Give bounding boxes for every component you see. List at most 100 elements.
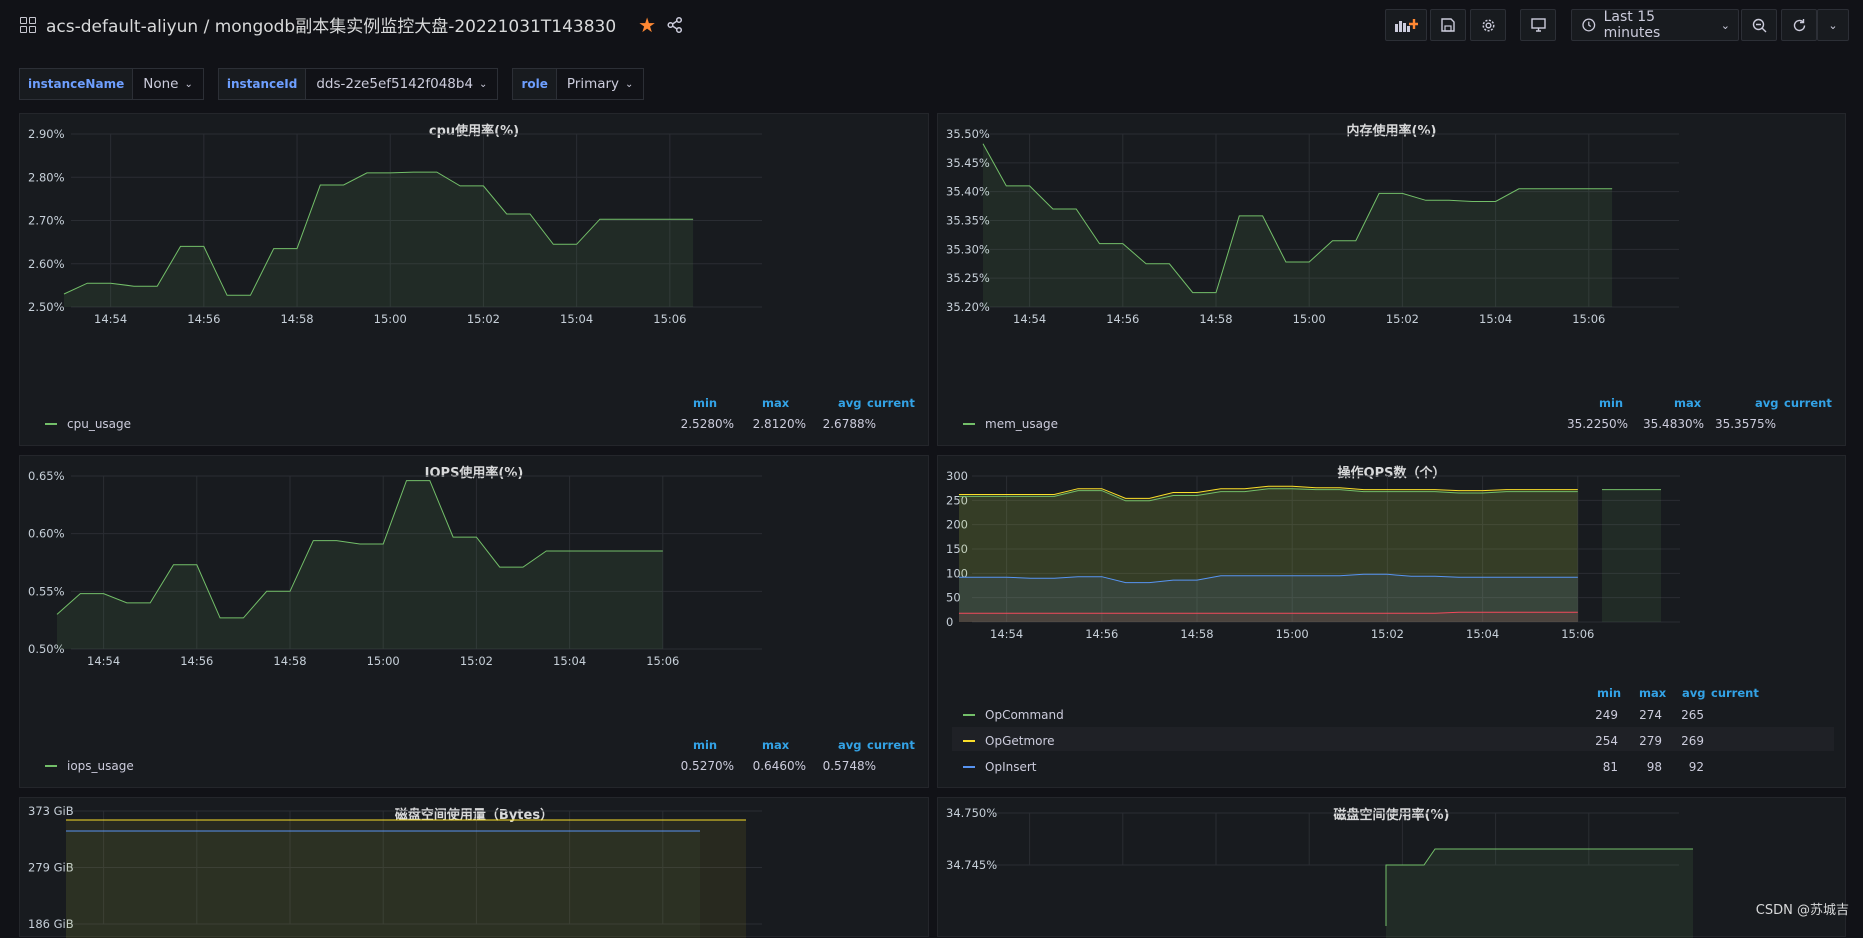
legend-header-min[interactable]: min [1597, 686, 1621, 700]
x-axis-tick-label: 15:00 [1293, 312, 1326, 326]
x-axis-tick-label: 15:06 [646, 654, 679, 668]
legend-item-opinsert[interactable]: OpInsert [963, 760, 1036, 774]
share-icon[interactable] [666, 16, 684, 34]
legend-header-avg[interactable]: avg [1755, 396, 1779, 410]
memory-chart[interactable]: 35.50%35.45%35.40%35.35%35.30%35.25%35.2… [938, 114, 1847, 447]
series-color-swatch [963, 423, 975, 425]
x-axis-tick-label: 15:00 [1276, 627, 1309, 641]
x-axis-tick-label: 14:54 [1013, 312, 1046, 326]
y-axis-tick-label: 2.50% [28, 300, 65, 314]
legend-header-avg[interactable]: avg [838, 396, 862, 410]
panel-cpu-usage[interactable]: cpu使用率(%) 2.90%2.80%2.70%2.60%2.50%14:54… [19, 113, 929, 446]
x-axis-tick-label: 14:58 [1199, 312, 1232, 326]
series-area-cpu-usage [64, 172, 693, 307]
legend-header-min[interactable]: min [1599, 396, 1623, 410]
legend-avg-value: 0.5748% [790, 759, 876, 773]
legend-header-avg[interactable]: avg [1682, 686, 1706, 700]
legend-header-current[interactable]: current [1711, 686, 1759, 700]
panel-operation-qps[interactable]: 操作QPS数（个） 30025020015010050014:5414:5614… [937, 455, 1846, 788]
dashboard-title[interactable]: acs-default-aliyun / mongodb副本集实例监控大盘-20… [46, 12, 616, 37]
x-axis-tick-label: 15:06 [1572, 312, 1605, 326]
cpu-chart[interactable]: 2.90%2.80%2.70%2.60%2.50%14:5414:5614:58… [20, 114, 930, 447]
variable-select-instancename[interactable]: None⌄ [133, 68, 204, 100]
time-range-picker[interactable]: Last 15 minutes ⌄ [1571, 9, 1739, 41]
x-axis-tick-label: 14:54 [990, 627, 1023, 641]
x-axis-tick-label: 15:04 [1479, 312, 1512, 326]
legend-header-max[interactable]: max [762, 396, 789, 410]
template-variables: instanceName None⌄ instanceId dds-2ze5ef… [19, 68, 658, 100]
save-dashboard-button[interactable] [1430, 9, 1466, 41]
x-axis-tick-label: 14:56 [1085, 627, 1118, 641]
add-panel-button[interactable] [1385, 9, 1427, 41]
legend-avg-value: 2.6788% [790, 417, 876, 431]
x-axis-tick-label: 14:58 [280, 312, 313, 326]
legend-avg-value: 35.3575% [1676, 417, 1776, 431]
y-axis-tick-label: 300 [946, 469, 968, 483]
star-icon[interactable]: ★ [638, 13, 656, 37]
chevron-down-icon: ⌄ [479, 79, 487, 90]
x-axis-tick-label: 14:54 [87, 654, 120, 668]
y-axis-tick-label: 50 [946, 591, 961, 605]
panel-disk-space-percent[interactable]: 磁盘空间使用率(%) 34.750%34.745% [937, 797, 1846, 937]
current-region-fill [1602, 490, 1661, 622]
variable-select-role[interactable]: Primary⌄ [557, 68, 645, 100]
legend-header-max[interactable]: max [1674, 396, 1701, 410]
disk-percent-chart[interactable]: 34.750% 34.745% [938, 798, 1847, 938]
panel-disk-space-bytes[interactable]: 磁盘空间使用量（Bytes） 373 GiB279 GiB186 GiB [19, 797, 929, 937]
legend-header-current[interactable]: current [867, 738, 915, 752]
y-axis-tick-label: 373 GiB [28, 804, 74, 818]
legend-item-iops-usage[interactable]: iops_usage [45, 759, 134, 773]
panel-iops-usage[interactable]: IOPS使用率(%) 0.65%0.60%0.55%0.50%14:5414:5… [19, 455, 929, 788]
x-axis-tick-label: 15:06 [1561, 627, 1594, 641]
legend-min-value: 249 [1568, 708, 1618, 722]
legend-avg-value: 265 [1654, 708, 1704, 722]
variable-label-instanceid: instanceId [218, 68, 306, 100]
refresh-button[interactable] [1781, 9, 1817, 41]
legend-item-cpu-usage[interactable]: cpu_usage [45, 417, 131, 431]
x-axis-tick-label: 15:02 [460, 654, 493, 668]
legend-header-min[interactable]: min [693, 738, 717, 752]
cycle-view-mode-button[interactable] [1520, 9, 1556, 41]
variable-label-instancename: instanceName [19, 68, 133, 100]
chevron-down-icon: ⌄ [1828, 19, 1837, 32]
legend-item-mem-usage[interactable]: mem_usage [963, 417, 1058, 431]
refresh-interval-dropdown[interactable]: ⌄ [1817, 9, 1849, 41]
x-axis-tick-label: 15:02 [467, 312, 500, 326]
variable-select-instanceid[interactable]: dds-2ze5ef5142f048b4⌄ [306, 68, 498, 100]
legend-item-opcommand[interactable]: OpCommand [963, 708, 1064, 722]
panel-memory-usage[interactable]: 内存使用率(%) 35.50%35.45%35.40%35.35%35.30%3… [937, 113, 1846, 446]
series-area-iops-usage [57, 481, 663, 649]
x-axis-tick-label: 15:04 [560, 312, 593, 326]
y-axis-tick-label: 2.60% [28, 257, 65, 271]
x-axis-tick-label: 14:58 [1180, 627, 1213, 641]
legend-header-max[interactable]: max [762, 738, 789, 752]
x-axis-tick-label: 14:58 [273, 654, 306, 668]
y-axis-tick-label: 34.750% [946, 806, 997, 820]
legend-header-current[interactable]: current [867, 396, 915, 410]
series-color-swatch [963, 740, 975, 742]
x-axis-tick-label: 15:00 [374, 312, 407, 326]
series-area-other [959, 612, 1578, 622]
save-icon [1441, 18, 1455, 32]
disk-bytes-chart[interactable]: 373 GiB279 GiB186 GiB [20, 798, 930, 938]
y-axis-tick-label: 35.50% [946, 127, 990, 141]
x-axis-tick-label: 15:02 [1386, 312, 1419, 326]
legend-header-current[interactable]: current [1784, 396, 1832, 410]
legend-item-opgetmore[interactable]: OpGetmore [963, 734, 1055, 748]
x-axis-tick-label: 14:54 [94, 312, 127, 326]
y-axis-tick-label: 0.60% [28, 527, 65, 541]
iops-chart[interactable]: 0.65%0.60%0.55%0.50%14:5414:5614:5815:00… [20, 456, 930, 789]
series-color-swatch [45, 423, 57, 425]
legend-header-min[interactable]: min [693, 396, 717, 410]
dashboard-settings-button[interactable] [1470, 9, 1506, 41]
y-axis-tick-label: 34.745% [946, 858, 997, 872]
dashboard-grid-icon[interactable] [20, 17, 36, 33]
zoom-out-button[interactable] [1741, 9, 1777, 41]
legend-header-avg[interactable]: avg [838, 738, 862, 752]
time-range-label: Last 15 minutes [1604, 9, 1713, 41]
chevron-down-icon: ⌄ [625, 79, 633, 90]
y-axis-tick-label: 2.70% [28, 214, 65, 228]
series-color-swatch [45, 765, 57, 767]
legend-header-max[interactable]: max [1639, 686, 1666, 700]
x-axis-tick-label: 15:04 [1466, 627, 1499, 641]
